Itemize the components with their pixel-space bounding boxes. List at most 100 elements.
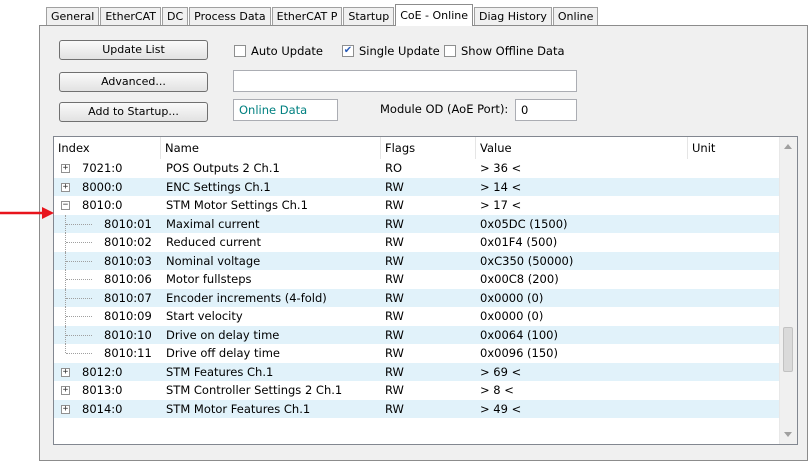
cell-value: 0x0000 (0) bbox=[480, 290, 544, 305]
cell-flags: RW bbox=[385, 290, 404, 305]
column-header-unit[interactable]: Unit bbox=[688, 137, 781, 159]
cell-value: 0xC350 (50000) bbox=[480, 253, 574, 268]
vertical-scrollbar[interactable] bbox=[779, 137, 797, 444]
table-row[interactable]: − 8010:0 STM Motor Settings Ch.1 RW > 17 < bbox=[54, 196, 781, 215]
cell-flags: RW bbox=[385, 327, 404, 342]
cell-name: STM Controller Settings 2 Ch.1 bbox=[166, 383, 343, 397]
single-update-check-box[interactable]: ✔ bbox=[342, 45, 354, 57]
tab-startup[interactable]: Startup bbox=[343, 7, 395, 26]
tree-connector bbox=[66, 260, 92, 262]
cell-index: 8010:0 bbox=[82, 198, 123, 212]
table-row[interactable]: +8000:0 ENC Settings Ch.1 RW > 14 < bbox=[54, 177, 781, 196]
auto-update-label: Auto Update bbox=[251, 44, 324, 58]
cell-name: Drive off delay time bbox=[166, 346, 280, 360]
show-offline-checkbox[interactable]: Show Offline Data bbox=[444, 43, 565, 59]
cell-name: Drive on delay time bbox=[166, 327, 280, 342]
chevron-up-icon[interactable] bbox=[784, 144, 792, 149]
cell-name: STM Motor Settings Ch.1 bbox=[166, 198, 308, 212]
cell-index: 8012:0 bbox=[82, 364, 123, 379]
list-rows: +7021:0 POS Outputs 2 Ch.1 RO > 36 < +8000:0… bbox=[54, 159, 781, 418]
tab-process-data[interactable]: Process Data bbox=[189, 7, 271, 26]
table-row[interactable]: +8013:0 STM Controller Settings 2 Ch.1 RW >… bbox=[54, 381, 781, 400]
cell-flags: RW bbox=[385, 253, 404, 268]
auto-update-checkbox[interactable]: Auto Update bbox=[234, 43, 323, 59]
expand-icon[interactable]: + bbox=[61, 367, 70, 377]
tree-connector bbox=[66, 242, 92, 243]
cell-flags: RO bbox=[385, 161, 403, 175]
tab-online[interactable]: Online bbox=[552, 7, 599, 26]
table-row[interactable]: +7021:0 POS Outputs 2 Ch.1 RO > 36 < bbox=[54, 159, 781, 178]
table-row[interactable]: 8010:09 Start velocity RW 0x0000 (0) bbox=[54, 307, 781, 326]
tree-connector bbox=[66, 316, 92, 317]
tab-general[interactable]: General bbox=[46, 7, 100, 26]
cell-flags: RW bbox=[385, 309, 404, 323]
table-row[interactable]: 8010:02 Reduced current RW 0x01F4 (500) bbox=[54, 233, 781, 252]
column-header-value[interactable]: Value bbox=[476, 137, 688, 159]
cell-index: 8010:10 bbox=[104, 327, 152, 342]
column-header-name[interactable]: Name bbox=[161, 137, 381, 159]
tree-connector bbox=[66, 353, 92, 354]
table-row[interactable]: 8010:11 Drive off delay time RW 0x0096 (150… bbox=[54, 344, 781, 363]
cell-index: 7021:0 bbox=[82, 161, 123, 175]
expand-icon[interactable]: + bbox=[61, 164, 70, 173]
table-row[interactable]: +8012:0 STM Features Ch.1 RW > 69 < bbox=[54, 362, 781, 381]
cell-index: 8010:02 bbox=[104, 235, 152, 249]
show-offline-check-box[interactable] bbox=[444, 45, 456, 57]
tree-connector bbox=[66, 334, 92, 336]
chevron-down-icon[interactable] bbox=[784, 432, 792, 437]
advanced-button[interactable]: Advanced... bbox=[59, 72, 208, 92]
table-row[interactable]: 8010:07 Encoder increments (4-fold) RW 0x00… bbox=[54, 288, 781, 307]
module-od-port-input[interactable]: 0 bbox=[515, 99, 577, 121]
online-data-field: Online Data bbox=[233, 99, 338, 121]
cell-name: STM Motor Features Ch.1 bbox=[166, 401, 311, 416]
table-row[interactable]: 8010:03 Nominal voltage RW 0xC350 (50000) bbox=[54, 251, 781, 270]
description-field[interactable] bbox=[233, 70, 577, 92]
cell-index: 8013:0 bbox=[82, 383, 123, 397]
tab-ethercat[interactable]: EtherCAT bbox=[100, 7, 161, 26]
table-row[interactable]: 8010:10 Drive on delay time RW 0x0064 (100) bbox=[54, 325, 781, 344]
tree-connector bbox=[66, 279, 92, 280]
expand-icon[interactable]: + bbox=[61, 182, 70, 192]
cell-flags: RW bbox=[385, 216, 404, 231]
expand-icon[interactable]: + bbox=[61, 386, 70, 395]
cell-name: Encoder increments (4-fold) bbox=[166, 290, 327, 305]
single-update-checkbox[interactable]: ✔ Single Update bbox=[342, 43, 440, 59]
cell-index: 8000:0 bbox=[82, 179, 123, 194]
table-row[interactable]: 8010:06 Motor fullsteps RW 0x00C8 (200) bbox=[54, 270, 781, 289]
scrollbar-thumb[interactable] bbox=[783, 327, 793, 372]
cell-value: 0x0000 (0) bbox=[480, 309, 544, 323]
tab-coe-online[interactable]: CoE - Online bbox=[395, 4, 473, 26]
cell-value: 0x0096 (150) bbox=[480, 346, 558, 360]
cell-index: 8010:11 bbox=[104, 346, 152, 360]
expand-icon[interactable]: + bbox=[61, 404, 70, 414]
cell-value: > 14 < bbox=[480, 179, 522, 194]
object-dictionary-list: Index Name Flags Value Unit +7021:0 POS O… bbox=[53, 136, 798, 445]
cell-name: STM Features Ch.1 bbox=[166, 364, 274, 379]
cell-value: > 69 < bbox=[480, 364, 522, 379]
tab-bar: General EtherCAT DC Process Data EtherCAT PS… bbox=[46, 4, 599, 26]
cell-value: > 8 < bbox=[480, 383, 514, 397]
tab-ethercat-p[interactable]: EtherCAT P bbox=[271, 7, 343, 26]
cell-index: 8010:06 bbox=[104, 272, 152, 286]
add-to-startup-button[interactable]: Add to Startup... bbox=[59, 102, 208, 122]
auto-update-check-box[interactable] bbox=[234, 45, 246, 57]
cell-flags: RW bbox=[385, 383, 404, 397]
column-header-flags[interactable]: Flags bbox=[381, 137, 476, 159]
cell-flags: RW bbox=[385, 364, 404, 379]
cell-value: > 49 < bbox=[480, 401, 522, 416]
cell-value: 0x00C8 (200) bbox=[480, 272, 559, 286]
cell-flags: RW bbox=[385, 401, 404, 416]
list-header: Index Name Flags Value Unit bbox=[54, 137, 781, 159]
column-header-index[interactable]: Index bbox=[54, 137, 161, 159]
tab-diag-history[interactable]: Diag History bbox=[474, 7, 552, 26]
collapse-icon[interactable]: − bbox=[61, 201, 70, 210]
cell-flags: RW bbox=[385, 198, 404, 212]
table-row[interactable]: +8014:0 STM Motor Features Ch.1 RW > 49 < bbox=[54, 399, 781, 418]
tab-dc[interactable]: DC bbox=[161, 7, 189, 26]
update-list-button[interactable]: Update List bbox=[59, 40, 208, 60]
cell-index: 8010:01 bbox=[104, 216, 152, 231]
cell-flags: RW bbox=[385, 272, 404, 286]
cell-value: > 36 < bbox=[480, 161, 522, 175]
table-row[interactable]: 8010:01 Maximal current RW 0x05DC (1500) bbox=[54, 214, 781, 233]
tree-connector bbox=[66, 297, 92, 299]
